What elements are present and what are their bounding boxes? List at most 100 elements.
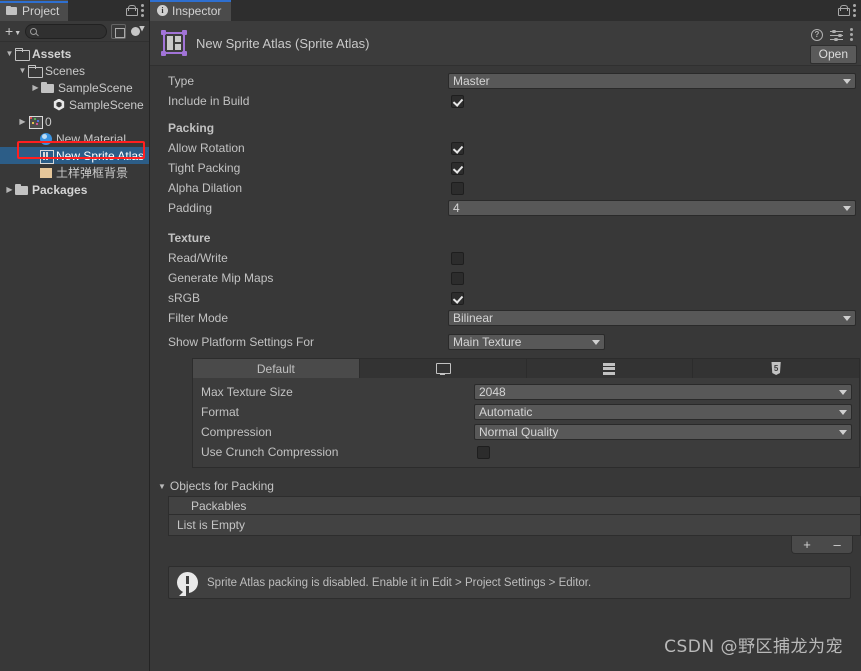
field-label: Alpha Dilation (168, 181, 243, 195)
tree-item-packages[interactable]: ▶ Packages (0, 181, 149, 198)
monitor-icon (436, 362, 452, 375)
inspector-tabbar-actions (838, 0, 861, 21)
tree-item-label: Packages (32, 182, 88, 197)
max-texture-size-dropdown[interactable]: 2048 (474, 384, 852, 400)
tree-item-label: SampleScene (69, 97, 144, 112)
padding-dropdown[interactable]: 4 (448, 200, 856, 216)
field-label: Allow Rotation (168, 141, 245, 155)
field-label: Compression (201, 425, 272, 439)
inspector-tabbar: i Inspector (150, 0, 861, 21)
project-tabbar: Project (0, 0, 149, 21)
expand-search-icon[interactable] (111, 23, 126, 39)
texture-icon (39, 166, 53, 180)
project-panel: Project + ▼ ▼ Assets ▼ Scenes ▶ SampleSc… (0, 0, 149, 671)
disclosure-arrow-icon: ▶ (28, 134, 39, 143)
srgb-checkbox[interactable] (451, 291, 464, 305)
tab-project[interactable]: Project (0, 0, 69, 21)
watermark: CSDN @野区捕龙为宠 (664, 637, 843, 657)
folder-open-icon (15, 47, 30, 61)
section-objects-for-packing[interactable]: ▼ Objects for Packing (150, 476, 861, 496)
field-read-write: Read/Write (150, 248, 861, 268)
kebab-menu-icon[interactable] (141, 4, 144, 17)
add-asset-button[interactable]: + ▼ (3, 23, 21, 39)
tree-item-new-sprite-atlas[interactable]: ▶ New Sprite Atlas (0, 147, 149, 164)
platform-tab-label: Default (256, 361, 295, 376)
tree-item-new-material[interactable]: ▶ New Material (0, 130, 149, 147)
platform-settings-dropdown[interactable]: Main Texture (448, 334, 605, 350)
padding-dropdown-value: 4 (453, 201, 460, 215)
disclosure-arrow-icon[interactable]: ▼ (4, 49, 15, 58)
filter-mode-value: Bilinear (453, 311, 494, 325)
generate-mip-maps-checkbox[interactable] (451, 271, 464, 285)
disclosure-arrow-icon: ▶ (28, 151, 39, 160)
tree-item-0[interactable]: ▶ 0 (0, 113, 149, 130)
format-dropdown[interactable]: Automatic (474, 404, 852, 420)
tree-item-assets[interactable]: ▼ Assets (0, 45, 149, 62)
field-label: Use Crunch Compression (201, 445, 339, 459)
packables-list-empty-row: List is Empty (168, 514, 861, 536)
server-icon (603, 362, 616, 375)
folder-icon (6, 6, 18, 16)
tree-item-texture-cn[interactable]: ▶ 土样弹框背景 (0, 164, 149, 181)
platform-settings-value: Main Texture (453, 335, 522, 349)
help-icon[interactable]: ? (811, 28, 823, 41)
chevron-down-icon (592, 340, 600, 345)
kebab-menu-icon[interactable] (853, 4, 856, 17)
add-packable-button[interactable]: + (803, 537, 811, 552)
field-label: sRGB (168, 291, 201, 305)
allow-rotation-checkbox[interactable] (451, 141, 464, 155)
field-include-in-build: Include in Build (150, 91, 861, 111)
field-label: Include in Build (168, 94, 250, 108)
disclosure-arrow-icon[interactable]: ▶ (4, 185, 15, 194)
platform-tab-standalone[interactable] (360, 359, 527, 378)
field-type: Type Master (150, 71, 861, 91)
field-tight-packing: Tight Packing (150, 158, 861, 178)
platform-tab-default[interactable]: Default (193, 359, 360, 378)
open-button[interactable]: Open (809, 45, 857, 64)
platform-tab-webgl[interactable] (693, 359, 859, 378)
plus-icon: + (5, 23, 14, 39)
tight-packing-checkbox[interactable] (451, 161, 464, 175)
chevron-down-icon (839, 430, 847, 435)
help-message-box: Sprite Atlas packing is disabled. Enable… (168, 566, 851, 599)
field-label: Read/Write (168, 251, 228, 265)
unity-editor-window: Project + ▼ ▼ Assets ▼ Scenes ▶ SampleSc… (0, 0, 861, 671)
tab-inspector[interactable]: i Inspector (150, 0, 232, 21)
kebab-menu-icon[interactable] (850, 28, 853, 41)
sprite-atlas-icon (160, 29, 188, 57)
material-icon (39, 132, 53, 146)
packables-list-header[interactable]: Packables (168, 496, 861, 514)
tree-item-samplescene-folder[interactable]: ▶ SampleScene (0, 79, 149, 96)
filter-icon[interactable] (130, 24, 146, 39)
tab-project-label: Project (22, 4, 60, 18)
lock-icon[interactable] (838, 5, 850, 16)
tree-item-scenes[interactable]: ▼ Scenes (0, 62, 149, 79)
sprite-sheet-icon (28, 115, 43, 129)
type-dropdown[interactable]: Master (448, 73, 856, 89)
read-write-checkbox[interactable] (451, 251, 464, 265)
filter-mode-dropdown[interactable]: Bilinear (448, 310, 856, 326)
use-crunch-compression-checkbox[interactable] (477, 445, 490, 459)
disclosure-arrow-icon[interactable]: ▶ (30, 83, 41, 92)
lock-icon[interactable] (126, 5, 138, 16)
compression-dropdown[interactable]: Normal Quality (474, 424, 852, 440)
disclosure-arrow-icon[interactable]: ▼ (17, 66, 28, 75)
remove-packable-button[interactable]: – (833, 537, 840, 552)
project-toolbar: + ▼ (0, 21, 149, 42)
section-title: Objects for Packing (169, 479, 274, 493)
field-compression: Compression Normal Quality (193, 422, 859, 442)
packables-list-header-label: Packables (191, 498, 247, 513)
packables-list-footer: + – (168, 536, 861, 554)
include-in-build-checkbox[interactable] (451, 94, 464, 108)
disclosure-arrow-icon[interactable]: ▶ (17, 117, 28, 126)
settings-icon[interactable] (830, 29, 843, 41)
tree-item-samplescene-asset[interactable]: ▶ SampleScene (0, 96, 149, 113)
disclosure-arrow-icon: ▶ (28, 168, 39, 177)
platform-tab-server[interactable] (527, 359, 694, 378)
field-filter-mode: Filter Mode Bilinear (150, 308, 861, 328)
tree-item-label: Assets (32, 46, 72, 61)
search-input[interactable] (25, 23, 107, 39)
disclosure-arrow-icon[interactable]: ▼ (158, 482, 166, 491)
section-texture: Texture (150, 226, 861, 248)
alpha-dilation-checkbox[interactable] (451, 181, 464, 195)
